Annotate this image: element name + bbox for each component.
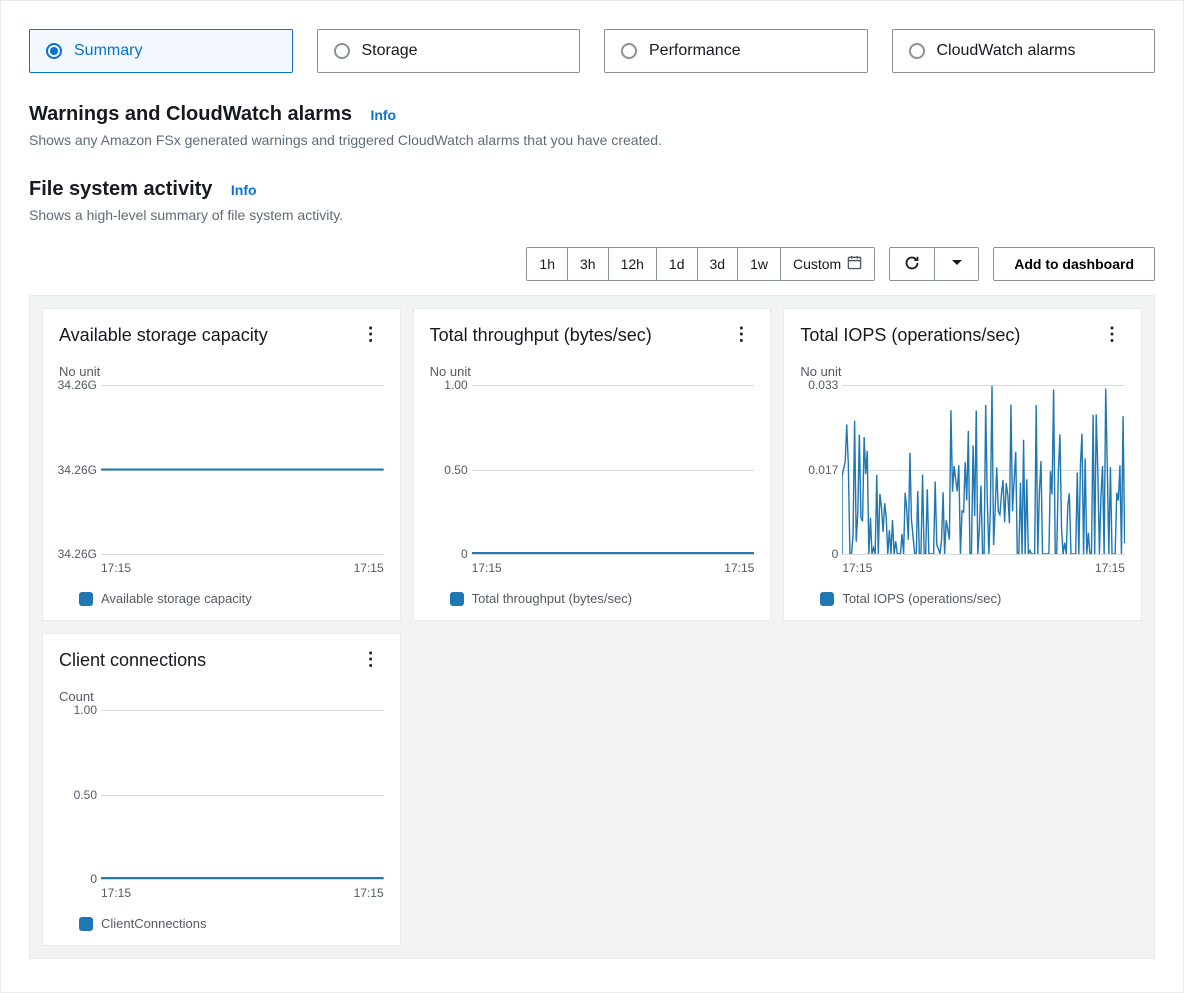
range-12h[interactable]: 12h (608, 248, 656, 280)
unit-label: No unit (59, 364, 384, 379)
legend: ClientConnections (79, 916, 384, 931)
y-tick: 0 (55, 872, 97, 886)
y-tick: 0.50 (55, 788, 97, 802)
radio-icon (909, 43, 925, 59)
chart-card-throughput: Total throughput (bytes/sec) ⋮ No unit 1… (413, 308, 772, 621)
refresh-options-button[interactable] (934, 248, 978, 280)
legend: Total IOPS (operations/sec) (820, 591, 1125, 606)
add-to-dashboard-button[interactable]: Add to dashboard (993, 247, 1155, 281)
range-3d[interactable]: 3d (697, 248, 738, 280)
section-desc: Shows a high-level summary of file syste… (29, 207, 1155, 223)
legend-swatch (450, 592, 464, 606)
tab-label: Performance (649, 42, 741, 60)
controls-bar: 1h 3h 12h 1d 3d 1w Custom (29, 247, 1155, 281)
range-3h[interactable]: 3h (567, 248, 608, 280)
x-tick: 17:15 (354, 886, 384, 900)
section-title: File system activity (29, 178, 212, 200)
unit-label: No unit (800, 364, 1125, 379)
chart-title: Available storage capacity (59, 325, 268, 346)
y-tick: 1.00 (55, 703, 97, 717)
y-tick: 0 (796, 547, 838, 561)
radio-icon (46, 43, 62, 59)
refresh-icon (904, 255, 920, 274)
chart-plot[interactable]: 0.033 0.017 0 (842, 385, 1125, 555)
legend-label: Total throughput (bytes/sec) (472, 591, 632, 606)
activity-section: File system activity Info Shows a high-l… (29, 178, 1155, 223)
y-tick: 34.26G (55, 463, 97, 477)
y-tick: 34.26G (55, 547, 97, 561)
x-tick: 17:15 (101, 886, 131, 900)
chart-card-storage: Available storage capacity ⋮ No unit 34.… (42, 308, 401, 621)
legend-label: Available storage capacity (101, 591, 252, 606)
y-tick: 1.00 (426, 378, 468, 392)
chevron-down-icon (951, 257, 963, 272)
radio-icon (334, 43, 350, 59)
warnings-section: Warnings and CloudWatch alarms Info Show… (29, 103, 1155, 148)
calendar-icon (847, 255, 862, 273)
chart-title: Total throughput (bytes/sec) (430, 325, 652, 346)
widget-menu-button[interactable]: ⋮ (358, 325, 384, 343)
y-tick: 0.50 (426, 463, 468, 477)
range-1d[interactable]: 1d (656, 248, 697, 280)
widget-menu-button[interactable]: ⋮ (728, 325, 754, 343)
tab-summary[interactable]: Summary (29, 29, 293, 73)
legend-label: ClientConnections (101, 916, 207, 931)
chart-title: Client connections (59, 650, 206, 671)
custom-label: Custom (793, 256, 841, 272)
legend-swatch (820, 592, 834, 606)
legend-swatch (79, 917, 93, 931)
widget-menu-button[interactable]: ⋮ (1099, 325, 1125, 343)
info-link[interactable]: Info (370, 107, 396, 123)
legend-swatch (79, 592, 93, 606)
tab-label: Summary (74, 42, 142, 60)
chart-card-iops: Total IOPS (operations/sec) ⋮ No unit 0.… (783, 308, 1142, 621)
legend-label: Total IOPS (operations/sec) (842, 591, 1001, 606)
tab-label: CloudWatch alarms (937, 42, 1076, 60)
unit-label: No unit (430, 364, 755, 379)
tab-storage[interactable]: Storage (317, 29, 581, 73)
legend: Available storage capacity (79, 591, 384, 606)
x-tick: 17:15 (472, 561, 502, 575)
tab-performance[interactable]: Performance (604, 29, 868, 73)
section-title: Warnings and CloudWatch alarms (29, 103, 352, 125)
refresh-button[interactable] (890, 248, 934, 280)
y-tick: 0 (426, 547, 468, 561)
legend: Total throughput (bytes/sec) (450, 591, 755, 606)
y-tick: 0.017 (796, 463, 838, 477)
x-tick: 17:15 (1095, 561, 1125, 575)
tab-cloudwatch-alarms[interactable]: CloudWatch alarms (892, 29, 1156, 73)
radio-icon (621, 43, 637, 59)
chart-plot[interactable]: 1.00 0.50 0 (101, 710, 384, 880)
chart-title: Total IOPS (operations/sec) (800, 325, 1020, 346)
time-range-segment: 1h 3h 12h 1d 3d 1w Custom (526, 247, 875, 281)
range-1h[interactable]: 1h (527, 248, 567, 280)
x-tick: 17:15 (101, 561, 131, 575)
monitoring-frame: Summary Storage Performance CloudWatch a… (0, 0, 1184, 993)
section-desc: Shows any Amazon FSx generated warnings … (29, 132, 1155, 148)
tab-label: Storage (362, 42, 418, 60)
chart-plot[interactable]: 1.00 0.50 0 (472, 385, 755, 555)
y-tick: 0.033 (796, 378, 838, 392)
widget-menu-button[interactable]: ⋮ (358, 650, 384, 668)
x-tick: 17:15 (724, 561, 754, 575)
range-1w[interactable]: 1w (737, 248, 780, 280)
x-tick: 17:15 (354, 561, 384, 575)
tab-row: Summary Storage Performance CloudWatch a… (29, 1, 1155, 73)
refresh-group (889, 247, 979, 281)
range-custom[interactable]: Custom (780, 248, 874, 280)
x-tick: 17:15 (842, 561, 872, 575)
charts-panel: Available storage capacity ⋮ No unit 34.… (29, 295, 1155, 959)
info-link[interactable]: Info (231, 182, 257, 198)
unit-label: Count (59, 689, 384, 704)
chart-card-clients: Client connections ⋮ Count 1.00 0.50 0 1… (42, 633, 401, 946)
y-tick: 34.26G (55, 378, 97, 392)
chart-plot[interactable]: 34.26G 34.26G 34.26G (101, 385, 384, 555)
